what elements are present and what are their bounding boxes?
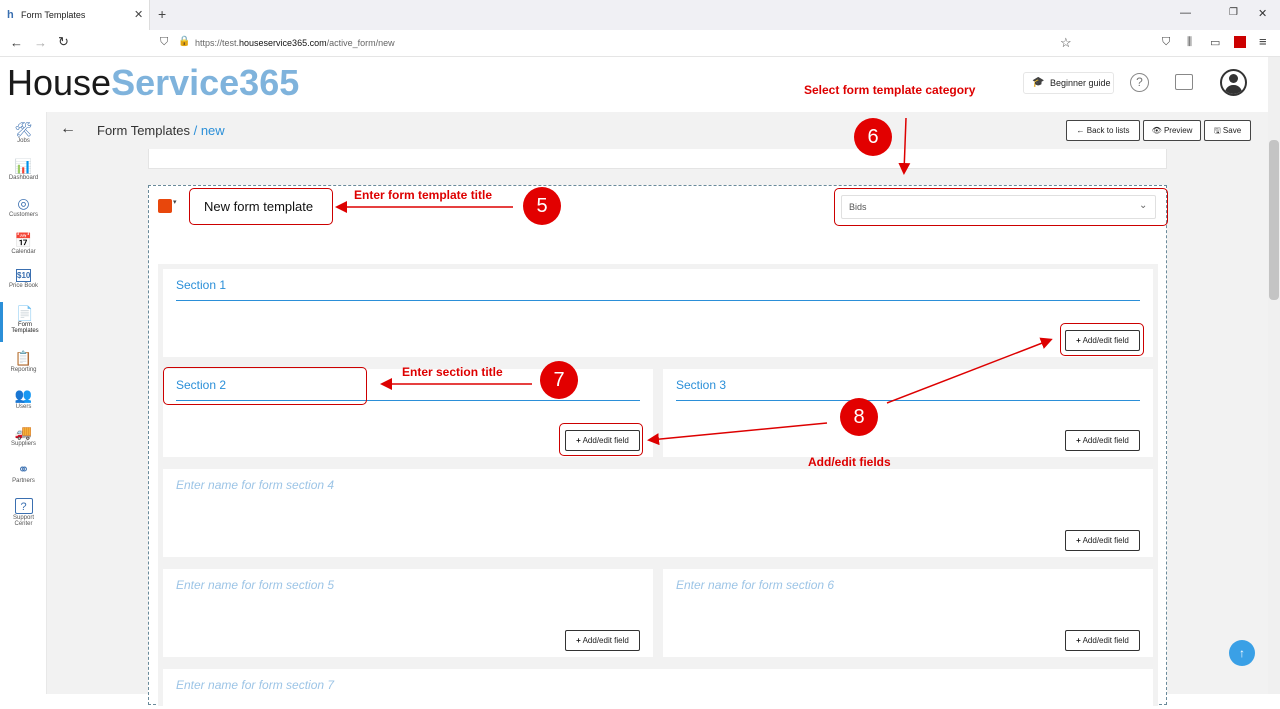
arrow-to-add-field-2 [647, 422, 828, 446]
annotation-arrows [335, 117, 1053, 446]
scroll-to-top-button[interactable]: ↑ [1229, 640, 1255, 666]
arrow-up-icon: ↑ [1239, 646, 1245, 660]
arrow-to-add-field-1 [886, 337, 1053, 404]
scrollbar-thumb[interactable] [1269, 140, 1279, 300]
arrow-to-category [898, 117, 911, 175]
